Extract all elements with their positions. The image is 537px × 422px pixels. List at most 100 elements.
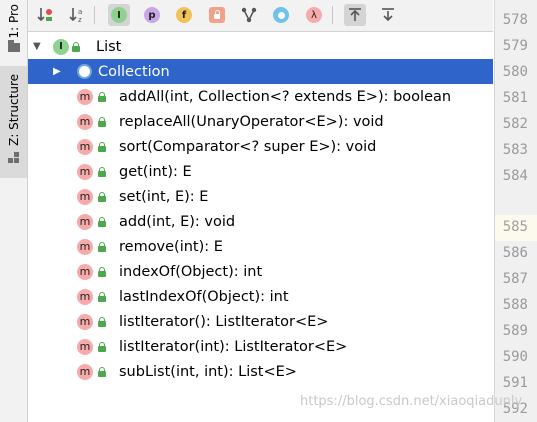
method-row[interactable]: m indexOf(Object): int [28, 259, 493, 284]
method-icon: m [77, 263, 93, 280]
public-lock-icon [98, 217, 106, 227]
svg-text:a: a [78, 8, 82, 16]
method-row[interactable]: m remove(int): E [28, 234, 493, 259]
inherited-icon: I [111, 7, 127, 23]
sort-alpha-icon: a z [69, 8, 82, 24]
inherited-interface-icon [77, 64, 92, 79]
public-lock-icon [98, 342, 106, 352]
method-row[interactable]: m lastIndexOf(Object): int [28, 284, 493, 309]
show-lambdas-button[interactable]: λ [303, 4, 325, 26]
method-row[interactable]: m listIterator(): ListIterator<E> [28, 309, 493, 334]
method-row[interactable]: m sort(Comparator<? super E>): void [28, 134, 493, 159]
tree-root-row[interactable]: ▼ I List [28, 34, 493, 59]
method-label: lastIndexOf(Object): int [119, 288, 289, 305]
public-lock-icon [72, 42, 80, 52]
method-icon: m [77, 288, 93, 305]
line-number: 585 [502, 219, 528, 235]
show-inherited-button[interactable]: I [108, 4, 130, 26]
field-icon: f [176, 7, 192, 23]
line-number: 584 [502, 168, 528, 184]
method-row[interactable]: m listIterator(int): ListIterator<E> [28, 334, 493, 359]
line-number: 588 [502, 297, 528, 313]
show-interfaces-tree-button[interactable] [238, 4, 260, 26]
structure-tool-tab[interactable]: Z: Structure [0, 66, 27, 178]
toolbar-separator [94, 6, 95, 24]
autoscroll-to-icon [349, 8, 361, 21]
lambda-icon: λ [306, 7, 322, 23]
anonymous-icon [273, 7, 289, 23]
method-icon: m [77, 188, 93, 205]
line-number: 586 [502, 245, 528, 261]
method-label: sort(Comparator<? super E>): void [119, 138, 377, 155]
method-icon: m [77, 163, 93, 180]
method-icon: m [77, 138, 93, 155]
lock-icon [209, 7, 225, 23]
interface-icon: I [53, 38, 69, 55]
svg-text:z: z [78, 16, 82, 24]
hierarchy-icon [241, 7, 257, 23]
line-number: 581 [502, 90, 528, 106]
public-lock-icon [98, 317, 106, 327]
sort-visibility-icon [37, 8, 52, 22]
method-row[interactable]: m get(int): E [28, 159, 493, 184]
method-label: remove(int): E [119, 238, 223, 255]
selected-label: Collection [98, 63, 170, 80]
method-label: set(int, E): E [119, 188, 209, 205]
method-icon: m [77, 213, 93, 230]
public-lock-icon [98, 142, 106, 152]
method-label: listIterator(int): ListIterator<E> [119, 338, 348, 355]
method-label: replaceAll(UnaryOperator<E>): void [119, 113, 384, 130]
line-number: 590 [502, 349, 528, 365]
public-lock-icon [98, 117, 106, 127]
expand-arrow-icon[interactable]: ▼ [33, 41, 41, 52]
method-icon: m [77, 313, 93, 330]
method-row[interactable]: m set(int, E): E [28, 184, 493, 209]
method-label: listIterator(): ListIterator<E> [119, 313, 329, 330]
line-number: 578 [502, 12, 528, 28]
show-non-public-button[interactable] [206, 4, 228, 26]
project-tool-tab[interactable]: 1: Pro [0, 0, 27, 58]
autoscroll-from-source-button[interactable] [377, 4, 399, 26]
editor-gutter: 578 579 580 581 582 583 584 585 586 587 588 589 590 5… [494, 0, 537, 422]
show-anonymous-button[interactable] [270, 4, 292, 26]
structure-toolbar: a z I p f λ [28, 0, 493, 32]
tool-window-strip: 1: Pro Z: Structure [0, 0, 28, 422]
line-number: 580 [502, 64, 528, 80]
toolbar-separator [332, 6, 333, 24]
method-label: add(int, E): void [119, 213, 236, 230]
method-label: get(int): E [119, 163, 192, 180]
sort-by-visibility-button[interactable] [34, 4, 56, 26]
line-number: 583 [502, 142, 528, 158]
collapsed-arrow-icon[interactable]: ▶ [53, 66, 61, 77]
tree-row-selected[interactable]: ▶ Collection [28, 59, 493, 84]
method-row[interactable]: m replaceAll(UnaryOperator<E>): void [28, 109, 493, 134]
line-number: 582 [502, 116, 528, 132]
method-icon: m [77, 338, 93, 355]
property-icon: p [144, 7, 160, 23]
structure-tree: ▼ I List ▶ Collection m addAll(int, Colle… [28, 32, 493, 422]
show-fields-button[interactable]: f [173, 4, 195, 26]
structure-icon [7, 151, 20, 164]
method-icon: m [77, 88, 93, 105]
watermark: https://blog.csdn.net/xiaoqiadunly [300, 394, 523, 409]
project-tab-label: 1: Pro [6, 4, 21, 39]
line-number: 579 [502, 38, 528, 54]
autoscroll-from-icon [382, 8, 394, 22]
show-properties-button[interactable]: p [141, 4, 163, 26]
structure-tab-label: Z: Structure [6, 74, 21, 146]
public-lock-icon [98, 167, 106, 177]
method-icon: m [77, 113, 93, 130]
method-label: subList(int, int): List<E> [119, 363, 297, 380]
method-row[interactable]: m addAll(int, Collection<? extends E>): b… [28, 84, 493, 109]
method-label: indexOf(Object): int [119, 263, 263, 280]
method-icon: m [77, 238, 93, 255]
line-number: 587 [502, 271, 528, 287]
method-row[interactable]: m add(int, E): void [28, 209, 493, 234]
public-lock-icon [98, 242, 106, 252]
public-lock-icon [98, 192, 106, 202]
autoscroll-to-source-button[interactable] [344, 4, 366, 26]
sort-alphabetically-button[interactable]: a z [66, 4, 88, 26]
method-row[interactable]: m subList(int, int): List<E> [28, 359, 493, 384]
line-number: 591 [502, 375, 528, 391]
folder-icon [7, 39, 20, 52]
